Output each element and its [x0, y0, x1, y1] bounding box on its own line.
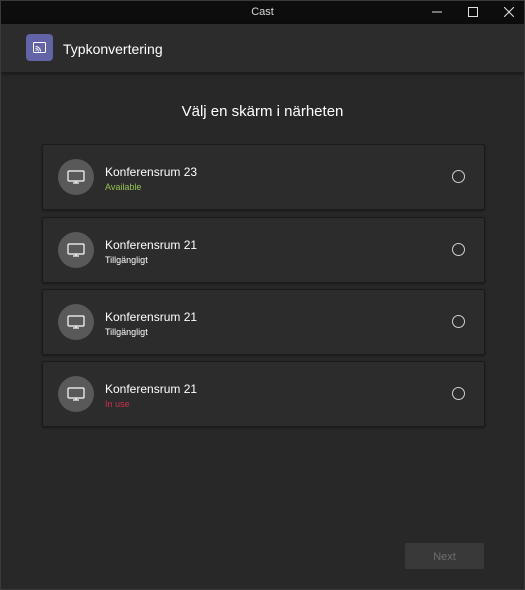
device-name: Konferensrum 21 — [105, 310, 198, 324]
monitor-icon — [67, 170, 85, 184]
title-bar[interactable]: Cast — [1, 1, 524, 24]
page-heading: Välj en skärm i närheten — [181, 103, 344, 120]
minimize-icon — [432, 11, 442, 13]
device-name: Konferensrum 21 — [105, 238, 198, 252]
device-status: Available — [105, 182, 142, 192]
device-status: Tillgängligt — [105, 327, 148, 337]
cast-window: Cast Typkonvertering Välj en skärm i när… — [0, 0, 525, 590]
device-name: Konferensrum 21 — [105, 382, 198, 396]
device-avatar — [58, 232, 94, 268]
device-name: Konferensrum 23 — [105, 165, 198, 179]
close-button[interactable] — [491, 1, 524, 24]
monitor-icon — [67, 243, 85, 257]
device-avatar — [58, 159, 94, 195]
minimize-button[interactable] — [419, 1, 455, 24]
app-icon-tile — [26, 34, 53, 61]
next-button[interactable]: Next — [405, 543, 484, 569]
app-title: Typkonvertering — [63, 41, 163, 57]
maximize-icon — [468, 7, 478, 17]
device-radio-button[interactable] — [452, 387, 465, 400]
cast-icon — [33, 42, 46, 53]
device-status: Tillgängligt — [105, 255, 148, 265]
device-status: In use — [105, 399, 130, 409]
device-radio-button[interactable] — [452, 315, 465, 328]
maximize-button[interactable] — [455, 1, 491, 24]
close-icon — [504, 7, 514, 17]
monitor-icon — [67, 315, 85, 329]
device-item[interactable]: Konferensrum 21 Tillgängligt — [42, 217, 485, 283]
device-item[interactable]: Konferensrum 21 In use — [42, 361, 485, 427]
device-item[interactable]: Konferensrum 23 Available — [42, 144, 485, 210]
device-avatar — [58, 304, 94, 340]
device-avatar — [58, 376, 94, 412]
device-item[interactable]: Konferensrum 21 Tillgängligt — [42, 289, 485, 355]
device-radio-button[interactable] — [452, 170, 465, 183]
app-header: Typkonvertering — [1, 24, 524, 73]
device-radio-button[interactable] — [452, 243, 465, 256]
monitor-icon — [67, 387, 85, 401]
